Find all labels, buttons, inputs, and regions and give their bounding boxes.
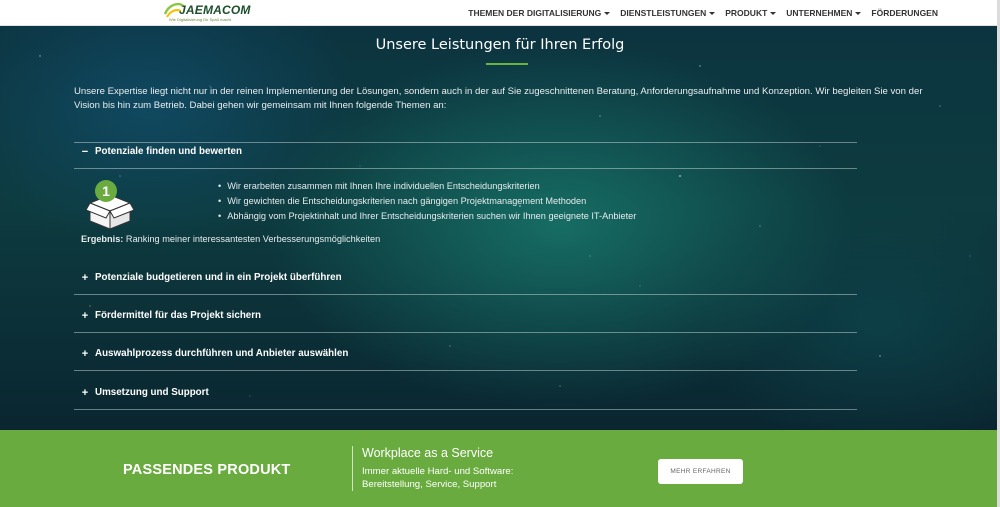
nav-label: FÖRDERUNGEN (871, 8, 938, 18)
nav-item-themen[interactable]: THEMEN DER DIGITALISIERUNG (468, 8, 611, 18)
plus-icon: + (81, 386, 89, 399)
accordion-divider (74, 168, 857, 169)
promo-product-name: Workplace as a Service (362, 446, 494, 460)
promo-title: PASSENDES PRODUKT (123, 462, 291, 478)
minus-icon: − (81, 145, 89, 158)
logo-text: JAEMACOM (179, 3, 251, 17)
nav-label: UNTERNEHMEN (786, 8, 853, 18)
accordion-item-potenziale-finden[interactable]: − Potenziale finden und bewerten (81, 146, 242, 157)
accordion-item-auswahlprozess[interactable]: + Auswahlprozess durchführen und Anbiete… (81, 347, 349, 360)
accordion-divider (74, 294, 857, 295)
accordion-item-budgetieren[interactable]: + Potenziale budgetieren und in ein Proj… (81, 272, 342, 283)
caret-down-icon (709, 11, 716, 15)
caret-down-icon (770, 11, 777, 15)
plus-icon: + (81, 309, 89, 322)
list-item: Abhängig vom Projektinhalt und Ihrer Ent… (218, 209, 636, 224)
nav-label: THEMEN DER DIGITALISIERUNG (468, 8, 602, 18)
intro-text: Unsere Expertise liegt nicht nur in der … (74, 86, 923, 111)
accordion-label: Fördermittel für das Projekt sichern (95, 310, 262, 321)
accordion-item-umsetzung[interactable]: + Umsetzung und Support (81, 387, 209, 398)
logo[interactable]: JAEMACOM Wie Digitalisierung Dir Spaß ma… (163, 2, 253, 24)
plus-icon: + (81, 271, 89, 284)
accordion-label: Potenziale budgetieren und in ein Projek… (95, 272, 342, 283)
nav-label: PRODUKT (725, 8, 768, 18)
accordion-label: Auswahlprozess durchführen und Anbieter … (95, 348, 349, 359)
nav-item-dienstleistungen[interactable]: DIENSTLEISTUNGEN (620, 8, 716, 18)
logo-tagline: Wie Digitalisierung Dir Spaß macht (169, 17, 232, 22)
caret-down-icon (604, 11, 611, 15)
nav-item-produkt[interactable]: PRODUKT (725, 8, 777, 18)
accordion-divider (74, 142, 857, 143)
list-item: Wir gewichten die Entscheidungskriterien… (218, 194, 636, 209)
step-number: 1 (102, 183, 110, 199)
product-promo-banner: PASSENDES PRODUKT Workplace as a Service… (0, 430, 1000, 507)
caret-down-icon (855, 11, 862, 15)
result-label: Ergebnis: (81, 234, 124, 244)
result-value: Ranking meiner interessantesten Verbesse… (123, 234, 381, 244)
title-underline (486, 63, 528, 65)
open-box-icon: 1 (86, 180, 134, 230)
accordion-label: Umsetzung und Support (95, 387, 209, 398)
plus-icon: + (81, 347, 89, 360)
learn-more-button[interactable]: MEHR ERFAHREN (658, 459, 743, 484)
promo-desc-line: Immer aktuelle Hard- und Software: (362, 466, 514, 477)
promo-description: Immer aktuelle Hard- und Software: Berei… (362, 465, 513, 491)
bullet-list: Wir erarbeiten zusammen mit Ihnen Ihre i… (218, 179, 636, 224)
accordion-label: Potenziale finden und bewerten (95, 146, 242, 157)
nav-item-unternehmen[interactable]: UNTERNEHMEN (786, 8, 862, 18)
promo-divider (352, 446, 353, 491)
main-nav: THEMEN DER DIGITALISIERUNG DIENSTLEISTUN… (468, 0, 938, 26)
nav-item-foerderungen[interactable]: FÖRDERUNGEN (871, 8, 938, 18)
site-header: JAEMACOM Wie Digitalisierung Dir Spaß ma… (0, 0, 1000, 26)
accordion-item-foerdermittel[interactable]: + Fördermittel für das Projekt sichern (81, 310, 261, 321)
section-title: Unsere Leistungen für Ihren Erfolg (375, 37, 625, 53)
nav-label: DIENSTLEISTUNGEN (620, 8, 707, 18)
promo-desc-line: Bereitstellung, Service, Support (362, 479, 497, 490)
accordion-divider (74, 332, 857, 333)
list-item: Wir erarbeiten zusammen mit Ihnen Ihre i… (218, 179, 636, 194)
result-text: Ergebnis: Ranking meiner interessanteste… (81, 234, 380, 244)
accordion-divider (74, 370, 857, 371)
accordion-divider (74, 409, 857, 410)
services-section: Unsere Leistungen für Ihren Erfolg Unser… (0, 26, 1000, 430)
